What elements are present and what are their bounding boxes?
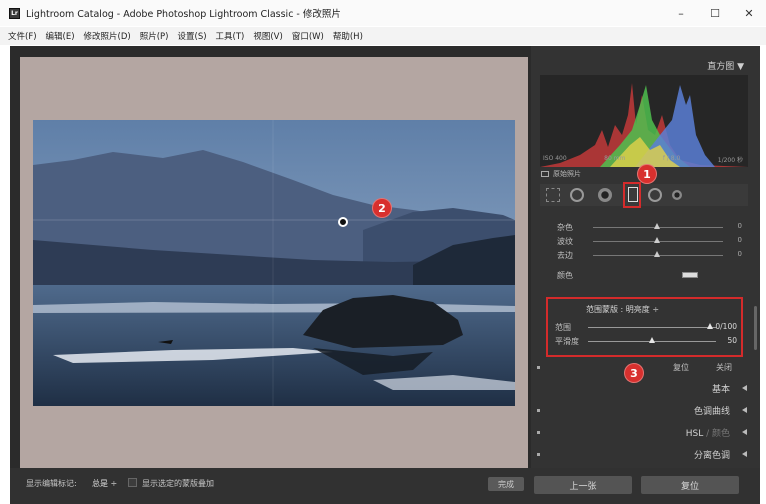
aperture-readout: f / 8.0 [662, 155, 681, 162]
menu-window[interactable]: 窗口(W) [292, 30, 324, 42]
menu-edit[interactable]: 编辑(E) [46, 30, 75, 42]
histogram-graph [540, 83, 748, 167]
menu-view[interactable]: 视图(V) [253, 30, 282, 42]
title-bar: Lr Lightroom Catalog - Adobe Photoshop L… [0, 0, 766, 26]
panel-dot [537, 431, 540, 434]
menu-file[interactable]: 文件(F) [8, 30, 37, 42]
reset-link[interactable]: 复位 [673, 362, 689, 373]
menu-help[interactable]: 帮助(H) [333, 30, 363, 42]
panel-scrollbar[interactable] [754, 306, 757, 350]
original-photo-label: 原始照片 [553, 170, 581, 178]
photo-canvas[interactable] [20, 57, 528, 504]
smooth-label: 平滑度 [555, 337, 579, 346]
smooth-value: 50 [727, 336, 737, 345]
section-label: HSL [685, 429, 704, 439]
original-photo-icon [541, 171, 549, 177]
done-button[interactable]: 完成 [488, 477, 524, 491]
slider-value: 0 [737, 222, 742, 230]
crop-tool-icon[interactable] [546, 188, 560, 202]
menu-settings[interactable]: 设置(S) [178, 30, 207, 42]
tool-strip [540, 184, 748, 206]
original-photo-toggle[interactable]: 原始照片 [541, 169, 581, 179]
range-value: 0/100 [715, 322, 737, 331]
range-slider-track[interactable] [588, 327, 716, 328]
range-slider-row: 范围 0/100 [548, 322, 741, 334]
mask-overlay-checkbox[interactable] [128, 478, 137, 487]
landscape-photo [33, 120, 515, 406]
section-hsl[interactable]: HSL / 颜色 [531, 426, 760, 440]
slider-label: 波纹 [557, 237, 573, 246]
slider-knob[interactable] [654, 223, 660, 229]
show-edit-pins-label: 显示编辑标记: [26, 479, 77, 488]
range-mask-box: 范围蒙版 : 明亮度 ÷ 范围 0/100 平滑度 50 [546, 297, 743, 357]
spot-removal-icon[interactable] [570, 188, 584, 202]
slider-value: 0 [737, 236, 742, 244]
minimize-button[interactable]: – [664, 0, 698, 26]
develop-module: 直方图 ▼ ISO 400 80 mm f / 8.0 1/200 秒 原始照片 [10, 46, 760, 504]
color-row: 颜色 [531, 270, 760, 282]
color-label: 颜色 [557, 271, 573, 280]
mask-overlay-label: 显示选定的蒙版叠加 [142, 479, 214, 488]
section-tone-curve[interactable]: 色调曲线 [531, 404, 760, 418]
section-basic[interactable]: 基本 [531, 382, 760, 396]
section-split-toning[interactable]: 分离色调 [531, 448, 760, 462]
slider-knob[interactable] [654, 251, 660, 257]
previous-button[interactable]: 上一张 [534, 476, 632, 494]
collapse-arrow-icon [742, 451, 747, 457]
collapse-arrow-icon [742, 429, 747, 435]
histogram: ISO 400 80 mm f / 8.0 1/200 秒 [540, 75, 748, 167]
annotation-badge-2: 2 [372, 198, 392, 218]
collapse-arrow-icon [742, 385, 747, 391]
panel-dot [537, 409, 540, 412]
panel-dot [537, 366, 540, 369]
lightroom-app-icon: Lr [9, 7, 20, 19]
section-sub-label: / 颜色 [703, 429, 730, 439]
adjustment-brush-icon[interactable] [672, 190, 682, 200]
slider-label: 杂色 [557, 223, 573, 232]
iso-readout: ISO 400 [543, 155, 567, 162]
slider-row: 杂色 0 [531, 222, 760, 234]
slider-row: 去边 0 [531, 250, 760, 262]
menu-bar: 文件(F) 编辑(E) 修改照片(D) 照片(P) 设置(S) 工具(T) 视图… [0, 27, 766, 45]
section-label: 色调曲线 [693, 407, 730, 417]
menu-photo[interactable]: 照片(P) [140, 30, 169, 42]
bottom-toolbar: 显示编辑标记: 总是 ÷ 显示选定的蒙版叠加 完成 上一张 复位 [10, 468, 760, 504]
color-swatch[interactable] [682, 272, 698, 278]
section-label: 分离色调 [693, 451, 730, 461]
radial-filter-pin[interactable] [338, 217, 348, 227]
slider-label: 去边 [557, 251, 573, 260]
smooth-slider-row: 平滑度 50 [548, 336, 741, 348]
focal-length-readout: 80 mm [604, 155, 626, 162]
menu-develop[interactable]: 修改照片(D) [84, 30, 131, 42]
window-title: Lightroom Catalog - Adobe Photoshop Ligh… [26, 9, 341, 20]
range-label: 范围 [555, 323, 571, 332]
edit-pins-select[interactable]: 总是 ÷ [92, 478, 117, 489]
smooth-slider-knob[interactable] [649, 337, 655, 343]
shutter-readout: 1/200 秒 [717, 157, 743, 164]
maximize-button[interactable]: ☐ [698, 0, 732, 26]
slider-value: 0 [737, 250, 742, 258]
close-button[interactable]: ✕ [732, 0, 766, 26]
slider-knob[interactable] [654, 237, 660, 243]
section-label: 基本 [711, 385, 730, 395]
annotation-badge-1: 1 [637, 164, 657, 184]
highlight-box-tool [623, 182, 641, 208]
histogram-title[interactable]: 直方图 ▼ [707, 59, 744, 72]
annotation-badge-3: 3 [624, 363, 644, 383]
photo-preview[interactable] [33, 120, 515, 406]
range-mask-header[interactable]: 范围蒙版 : 明亮度 ÷ [586, 304, 659, 315]
close-link[interactable]: 关闭 [716, 362, 732, 373]
radial-filter-icon[interactable] [648, 188, 662, 202]
right-panel: 直方图 ▼ ISO 400 80 mm f / 8.0 1/200 秒 原始照片 [531, 46, 760, 468]
range-slider-knob[interactable] [706, 323, 713, 329]
reset-button[interactable]: 复位 [641, 476, 739, 494]
panel-dot [537, 453, 540, 456]
collapse-arrow-icon [742, 407, 747, 413]
menu-tools[interactable]: 工具(T) [216, 30, 245, 42]
slider-row: 波纹 0 [531, 236, 760, 248]
red-eye-icon[interactable] [598, 188, 612, 202]
